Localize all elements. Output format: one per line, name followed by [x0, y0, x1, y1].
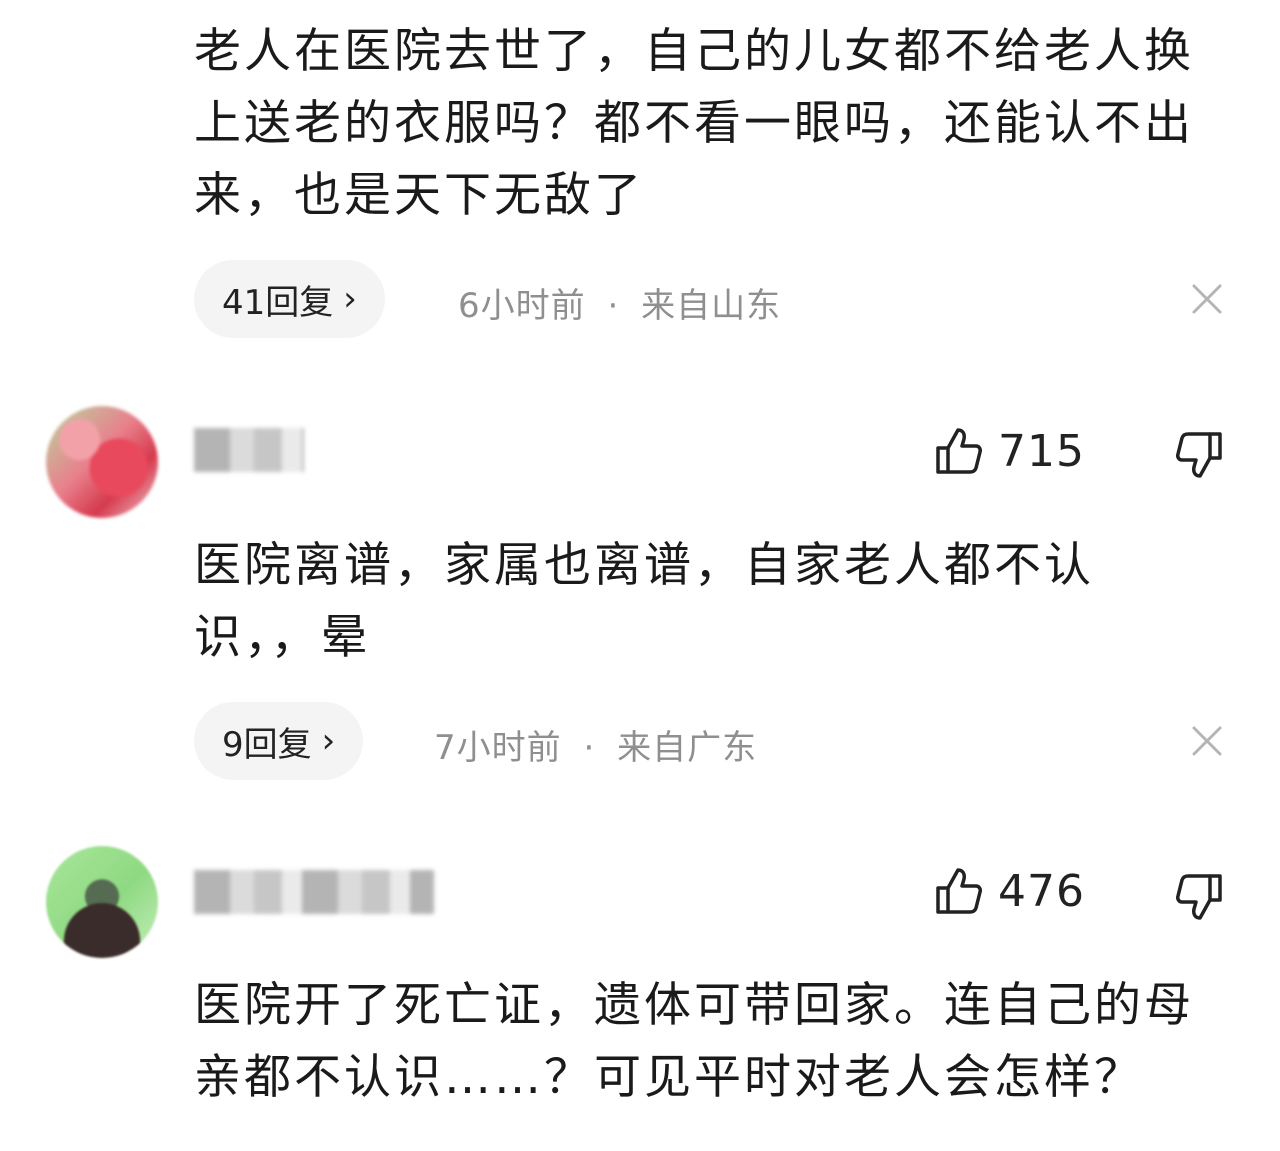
- replies-label: 41回复: [222, 282, 334, 323]
- thumbs-up-icon: [936, 868, 982, 914]
- comment-location: 来自山东: [641, 286, 782, 326]
- like-count: 715: [998, 425, 1085, 477]
- like-button[interactable]: 476: [934, 865, 1085, 917]
- close-icon[interactable]: [1190, 282, 1224, 316]
- meta-separator: ·: [583, 728, 596, 768]
- like-count: 476: [998, 865, 1085, 917]
- avatar[interactable]: [46, 406, 158, 518]
- username-blurred[interactable]: [194, 428, 304, 472]
- close-icon[interactable]: [1190, 724, 1224, 758]
- thumbs-down-icon[interactable]: [1172, 428, 1224, 480]
- comment-time: 6小时前: [458, 286, 586, 326]
- comment-location: 来自广东: [617, 728, 758, 768]
- comment-text: 医院开了死亡证，遗体可带回家。连自己的母亲都不认识……？可见平时对老人会怎样？: [194, 978, 1194, 1105]
- chevron-right-icon: ›: [321, 721, 336, 761]
- username-blurred[interactable]: [194, 870, 434, 914]
- comment-text: 老人在医院去世了，自己的儿女都不给老人换上送老的衣服吗？都不看一眼吗，还能认不出…: [194, 24, 1194, 223]
- replies-label: 9回复: [222, 724, 312, 765]
- replies-button[interactable]: 41回复 ›: [194, 260, 385, 338]
- comment-text: 医院离谱，家属也离谱，自家老人都不认识，，晕: [194, 538, 1094, 665]
- thumbs-up-icon: [936, 428, 982, 474]
- replies-button[interactable]: 9回复 ›: [194, 702, 364, 780]
- avatar[interactable]: [46, 846, 158, 958]
- comment-meta: 6小时前 · 来自山东: [458, 278, 781, 327]
- comment-meta: 7小时前 · 来自广东: [434, 720, 757, 769]
- like-button[interactable]: 715: [934, 425, 1085, 477]
- chevron-right-icon: ›: [343, 279, 357, 319]
- comment-time: 7小时前: [434, 728, 562, 768]
- meta-separator: ·: [607, 286, 620, 326]
- thumbs-down-icon[interactable]: [1172, 870, 1224, 922]
